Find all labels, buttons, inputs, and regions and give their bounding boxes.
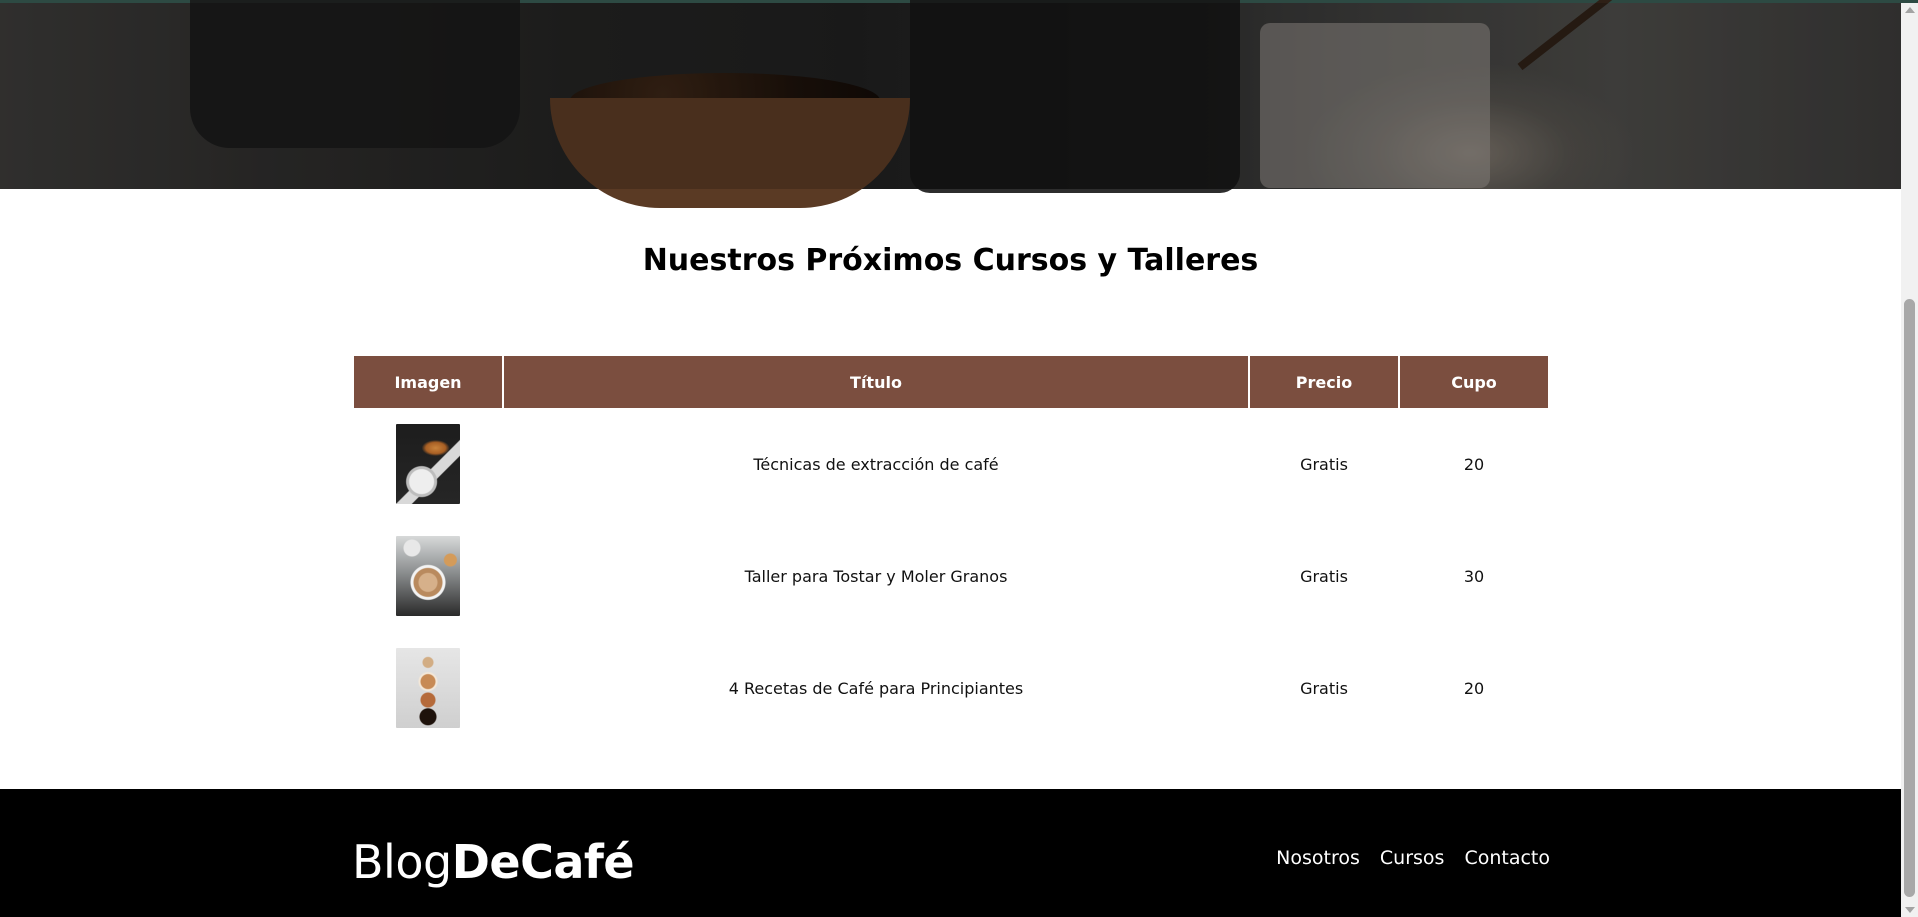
footer-nav: Nosotros Cursos Contacto: [1276, 847, 1550, 869]
header-precio: Precio: [1250, 356, 1398, 408]
header-imagen: Imagen: [354, 356, 502, 408]
section-title: Nuestros Próximos Cursos y Talleres: [642, 242, 1259, 278]
site-footer: BlogDeCafé Nosotros Cursos Contacto: [0, 789, 1901, 917]
logo-text-regular: Blog: [352, 835, 452, 889]
course-title: Taller para Tostar y Moler Granos: [744, 566, 1008, 586]
table-row: 4 Recetas de Café para Principiantes Gra…: [354, 632, 1548, 744]
hero-coffee-image: [0, 0, 1901, 208]
scroll-down-arrow-icon[interactable]: [1905, 907, 1915, 913]
row-image-cell: [354, 408, 502, 520]
course-price: Gratis: [1300, 454, 1348, 474]
row-image-cell: [354, 632, 502, 744]
scroll-up-arrow-icon[interactable]: [1905, 7, 1915, 13]
scrollbar-thumb[interactable]: [1904, 299, 1915, 897]
footer-logo-link[interactable]: BlogDeCafé: [352, 835, 635, 889]
course-cupo: 30: [1463, 566, 1485, 586]
table-header-row: Imagen Título Precio Cupo: [354, 356, 1548, 408]
footer-link-nosotros[interactable]: Nosotros: [1276, 847, 1360, 869]
courses-table: Imagen Título Precio Cupo Técnicas de ex…: [352, 356, 1550, 744]
hero-overlay: [0, 3, 1901, 189]
vertical-scrollbar[interactable]: [1901, 3, 1918, 917]
table-row: Técnicas de extracción de café Gratis 20: [354, 408, 1548, 520]
coffee-cups-image: [396, 648, 460, 728]
course-price: Gratis: [1300, 678, 1348, 698]
coffee-croissant-image: [396, 424, 460, 504]
footer-link-cursos[interactable]: Cursos: [1380, 847, 1445, 869]
course-title: Técnicas de extracción de café: [753, 454, 999, 474]
logo-text-bold: DeCafé: [451, 835, 635, 889]
course-cupo: 20: [1463, 678, 1485, 698]
row-image-cell: [354, 520, 502, 632]
latte-art-image: [396, 536, 460, 616]
header-titulo: Título: [504, 356, 1248, 408]
table-row: Taller para Tostar y Moler Granos Gratis…: [354, 520, 1548, 632]
footer-link-contacto[interactable]: Contacto: [1464, 847, 1550, 869]
course-price: Gratis: [1300, 566, 1348, 586]
course-cupo: 20: [1463, 454, 1485, 474]
course-title: 4 Recetas de Café para Principiantes: [728, 678, 1024, 698]
header-cupo: Cupo: [1400, 356, 1548, 408]
